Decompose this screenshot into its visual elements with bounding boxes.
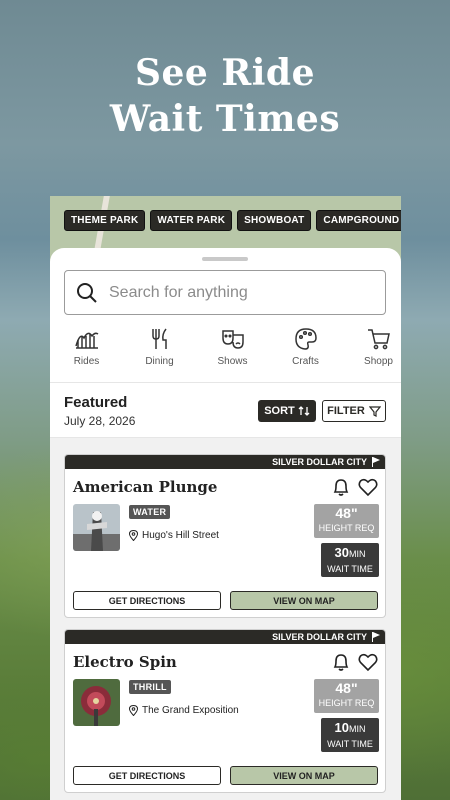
wait-value: 10 <box>334 720 349 735</box>
ride-thumbnail <box>73 679 120 726</box>
park-band: SILVER DOLLAR CITY <box>65 455 385 469</box>
filter-button[interactable]: FILTER <box>322 400 386 422</box>
height-requirement: 48" HEIGHT REQ <box>314 504 379 538</box>
ride-card[interactable]: SILVER DOLLAR CITY American Plunge WATER… <box>64 454 386 618</box>
ride-location: Hugo's Hill Street <box>129 530 219 541</box>
ride-location: The Grand Exposition <box>129 705 239 716</box>
height-label: HEIGHT REQ <box>318 523 375 533</box>
park-name: SILVER DOLLAR CITY <box>272 632 367 642</box>
sort-button[interactable]: SORT <box>258 400 316 422</box>
filter-icon <box>368 405 381 417</box>
chip-water-park[interactable]: WATER PARK <box>150 210 233 231</box>
ride-name: Electro Spin <box>73 653 177 671</box>
location-text: Hugo's Hill Street <box>142 530 219 541</box>
view-on-map-button[interactable]: VIEW ON MAP <box>230 766 378 785</box>
app-screen: THEME PARK WATER PARK SHOWBOAT CAMPGROUN… <box>50 196 401 800</box>
flag-icon <box>372 632 380 642</box>
roller-coaster-icon <box>74 332 98 349</box>
ride-name: American Plunge <box>73 478 218 496</box>
get-directions-button[interactable]: GET DIRECTIONS <box>73 766 221 785</box>
category-label: Shopp <box>364 356 393 367</box>
bell-icon[interactable] <box>332 652 350 672</box>
wait-value: 30 <box>334 545 349 560</box>
chip-theme-park[interactable]: THEME PARK <box>64 210 146 231</box>
category-label: Crafts <box>292 356 319 367</box>
ride-list: SILVER DOLLAR CITY American Plunge WATER… <box>50 438 401 800</box>
wait-unit: MIN <box>348 724 366 734</box>
category-label: Shows <box>217 356 248 367</box>
featured-date: July 28, 2026 <box>64 414 136 428</box>
height-label: HEIGHT REQ <box>318 698 375 708</box>
search-icon <box>77 282 97 303</box>
chip-showboat[interactable]: SHOWBOAT <box>237 210 312 231</box>
get-directions-button[interactable]: GET DIRECTIONS <box>73 591 221 610</box>
heart-icon[interactable] <box>358 652 378 672</box>
view-on-map-button[interactable]: VIEW ON MAP <box>230 591 378 610</box>
height-value: 48" <box>335 680 358 696</box>
fork-knife-icon <box>151 328 167 349</box>
park-name: SILVER DOLLAR CITY <box>272 457 367 467</box>
category-label: Rides <box>73 356 100 367</box>
filter-label: FILTER <box>327 405 365 417</box>
search-input[interactable]: Search for anything <box>64 270 386 315</box>
ride-type-badge: THRILL <box>129 680 171 694</box>
sort-label: SORT <box>264 405 295 417</box>
wait-label: WAIT TIME <box>327 564 373 574</box>
divider <box>50 382 401 383</box>
location-text: The Grand Exposition <box>142 705 239 716</box>
bell-icon[interactable] <box>332 477 350 497</box>
category-shows[interactable]: Shows <box>196 326 269 382</box>
wait-time: 10MIN WAIT TIME <box>321 718 379 752</box>
ride-thumbnail <box>73 504 120 551</box>
headline-line-1: See Ride <box>134 52 315 94</box>
sort-arrows-icon <box>298 406 310 416</box>
category-rides[interactable]: Rides <box>50 326 123 382</box>
wait-time: 30MIN WAIT TIME <box>321 543 379 577</box>
category-crafts[interactable]: Crafts <box>269 326 342 382</box>
location-pin-icon <box>129 705 138 716</box>
headline-line-2: Wait Times <box>109 98 341 140</box>
height-value: 48" <box>335 505 358 521</box>
wait-label: WAIT TIME <box>327 739 373 749</box>
park-filter-chips: THEME PARK WATER PARK SHOWBOAT CAMPGROUN… <box>64 210 401 231</box>
flag-icon <box>372 457 380 467</box>
wait-unit: MIN <box>348 549 366 559</box>
theater-masks-icon <box>221 330 244 349</box>
sheet-grabber[interactable] <box>202 257 248 261</box>
category-bar: Rides Dining Shows Crafts Shopp <box>50 326 401 382</box>
category-dining[interactable]: Dining <box>123 326 196 382</box>
featured-title: Featured <box>64 394 128 411</box>
ride-card[interactable]: SILVER DOLLAR CITY Electro Spin THRILL T… <box>64 629 386 793</box>
ride-type-badge: WATER <box>129 505 171 519</box>
promo-headline: See Ride Wait Times <box>0 50 450 142</box>
cart-icon <box>367 329 390 350</box>
category-label: Dining <box>145 356 174 367</box>
palette-icon <box>294 328 317 350</box>
heart-icon[interactable] <box>358 477 378 497</box>
height-requirement: 48" HEIGHT REQ <box>314 679 379 713</box>
bottom-sheet: Search for anything Rides Dining Shows C… <box>50 248 401 800</box>
category-shopping[interactable]: Shopp <box>342 326 401 382</box>
search-placeholder: Search for anything <box>109 283 248 301</box>
location-pin-icon <box>129 530 138 541</box>
park-band: SILVER DOLLAR CITY <box>65 630 385 644</box>
chip-campground[interactable]: CAMPGROUND <box>316 210 401 231</box>
